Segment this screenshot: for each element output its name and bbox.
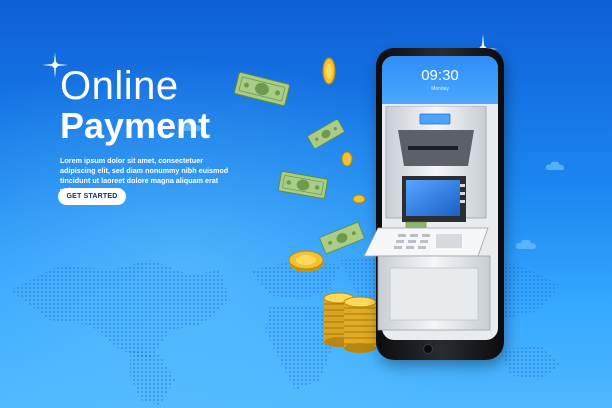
hero-title-line2: Payment xyxy=(60,105,211,146)
atm-machine-icon xyxy=(364,106,491,331)
banknote-icon xyxy=(278,171,328,199)
phone-clock: 09:30 xyxy=(421,67,459,84)
phone-day: Monday xyxy=(431,86,449,92)
cloud-icon xyxy=(545,161,565,171)
phone-status-panel: 09:30 Monday xyxy=(382,56,498,104)
cloud-icon xyxy=(515,239,536,249)
coin-icon xyxy=(288,250,324,272)
get-started-button[interactable]: GET STARTED xyxy=(58,188,126,205)
phone-home-button[interactable] xyxy=(423,344,433,354)
coin-icon xyxy=(322,57,336,85)
banknote-icon xyxy=(234,72,290,106)
banknote-icon xyxy=(307,120,345,148)
coin-icon xyxy=(341,151,353,167)
